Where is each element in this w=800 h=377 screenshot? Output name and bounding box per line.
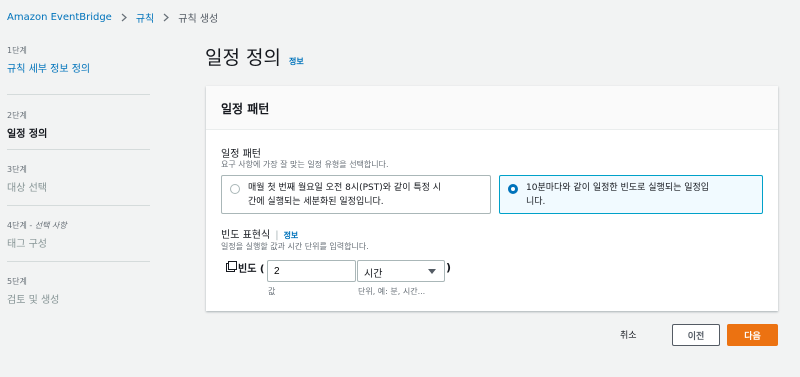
step-2: 2단계 일정 정의 (7, 95, 150, 150)
radio-specific-time[interactable] (230, 184, 240, 194)
previous-button[interactable]: 이전 (672, 324, 720, 346)
panel-title: 일정 패턴 (221, 102, 270, 116)
option-specific-time-tile[interactable]: 매월 첫 번째 월요일 오전 8시(PST)와 같이 특정 시 간에 실행되는 … (221, 175, 491, 214)
chevron-right-icon (121, 13, 127, 22)
page-title: 일정 정의 (205, 47, 281, 69)
cancel-button[interactable]: 취소 (620, 328, 637, 341)
rate-prefix-label: 빈도 ( (238, 264, 265, 275)
breadcrumb-eventbridge-link[interactable]: Amazon EventBridge (7, 12, 112, 23)
panel-header: 일정 패턴 (206, 86, 778, 130)
step-4-title: 태그 구성 (7, 239, 47, 250)
rate-unit-select[interactable]: 시간 (357, 260, 445, 282)
step-4: 4단계 - 선택 사항 태그 구성 (7, 206, 150, 262)
step-1-title[interactable]: 규칙 세부 정보 정의 (7, 60, 150, 75)
breadcrumb-rules-link[interactable]: 규칙 (136, 10, 154, 25)
step-5: 5단계 검토 및 생성 (7, 262, 150, 318)
step-number: 1단계 (7, 46, 27, 55)
step-number: 2단계 (7, 111, 27, 120)
step-number: 3단계 (7, 165, 27, 174)
next-button[interactable]: 다음 (727, 324, 778, 346)
option-specific-time-label: 매월 첫 번째 월요일 오전 8시(PST)와 같이 특정 시 간에 실행되는 … (248, 183, 442, 207)
copy-icon (226, 261, 237, 272)
radio-regular-rate[interactable] (508, 184, 518, 194)
step-2-title: 일정 정의 (7, 129, 48, 140)
step-3: 3단계 대상 선택 (7, 150, 150, 206)
rate-value-input[interactable] (267, 260, 356, 282)
schedule-pattern-label: 일정 패턴 (221, 149, 261, 160)
rate-expression-label: 빈도 표현식 | 정보 (221, 230, 299, 241)
step-3-title: 대상 선택 (7, 183, 47, 194)
rate-value-sublabel: 값 (268, 287, 276, 296)
step-number: 5단계 (7, 277, 27, 286)
page-info-link[interactable]: 정보 (289, 56, 304, 67)
breadcrumb: Amazon EventBridge 규칙 규칙 생성 (7, 9, 218, 25)
step-5-title: 검토 및 생성 (7, 295, 60, 306)
step-number: 4단계 - 선택 사항 (7, 221, 67, 230)
rate-prefix: 빈도 ( (226, 260, 264, 275)
wizard-steps: 1단계 규칙 세부 정보 정의 2단계 일정 정의 3단계 대상 선택 4단계 … (7, 42, 150, 318)
chevron-right-icon (163, 13, 170, 22)
rate-unit-sublabel: 단위, 예: 분, 시간... (358, 287, 426, 296)
option-regular-rate-tile[interactable]: 10분마다와 같이 일정한 빈도로 실행되는 일정입 니다. (499, 175, 763, 214)
schedule-pattern-description: 요구 사항에 가장 잘 맞는 일정 유형을 선택합니다. (221, 160, 389, 169)
page-header: 일정 정의 정보 (205, 43, 304, 70)
rate-expression-description: 일정을 실행할 값과 시간 단위를 입력합니다. (221, 242, 369, 251)
rate-expression-info-link[interactable]: 정보 (284, 231, 299, 240)
step-optional: 선택 사항 (34, 221, 67, 230)
rate-suffix: ) (446, 261, 452, 274)
option-regular-rate-label: 10분마다와 같이 일정한 빈도로 실행되는 일정입 니다. (526, 183, 710, 207)
breadcrumb-current: 규칙 생성 (178, 13, 219, 25)
caret-down-icon (428, 269, 436, 274)
step-1[interactable]: 1단계 규칙 세부 정보 정의 (7, 42, 150, 95)
rate-unit-value: 시간 (364, 269, 383, 280)
